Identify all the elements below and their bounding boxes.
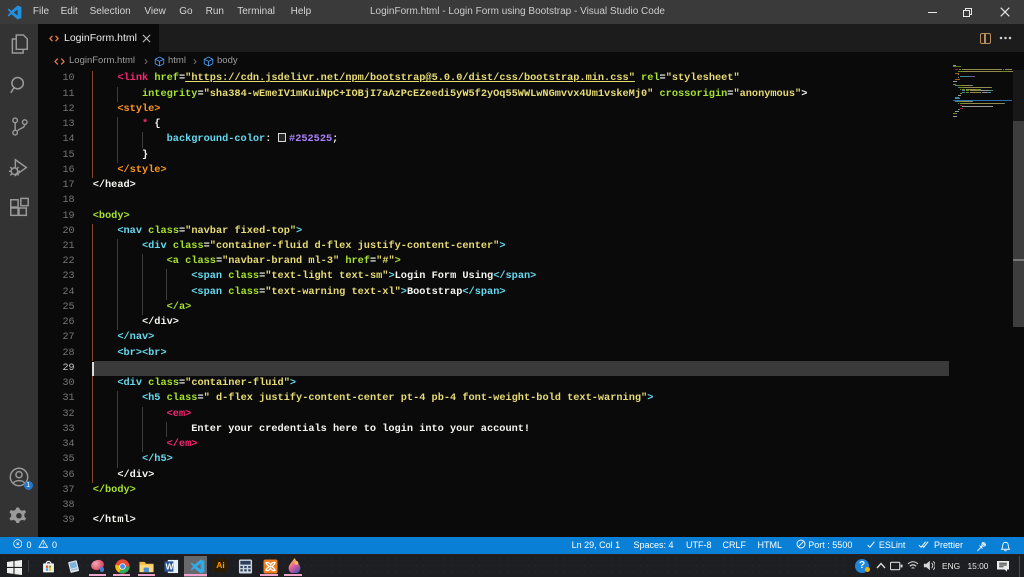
svg-text:W: W — [166, 562, 174, 572]
